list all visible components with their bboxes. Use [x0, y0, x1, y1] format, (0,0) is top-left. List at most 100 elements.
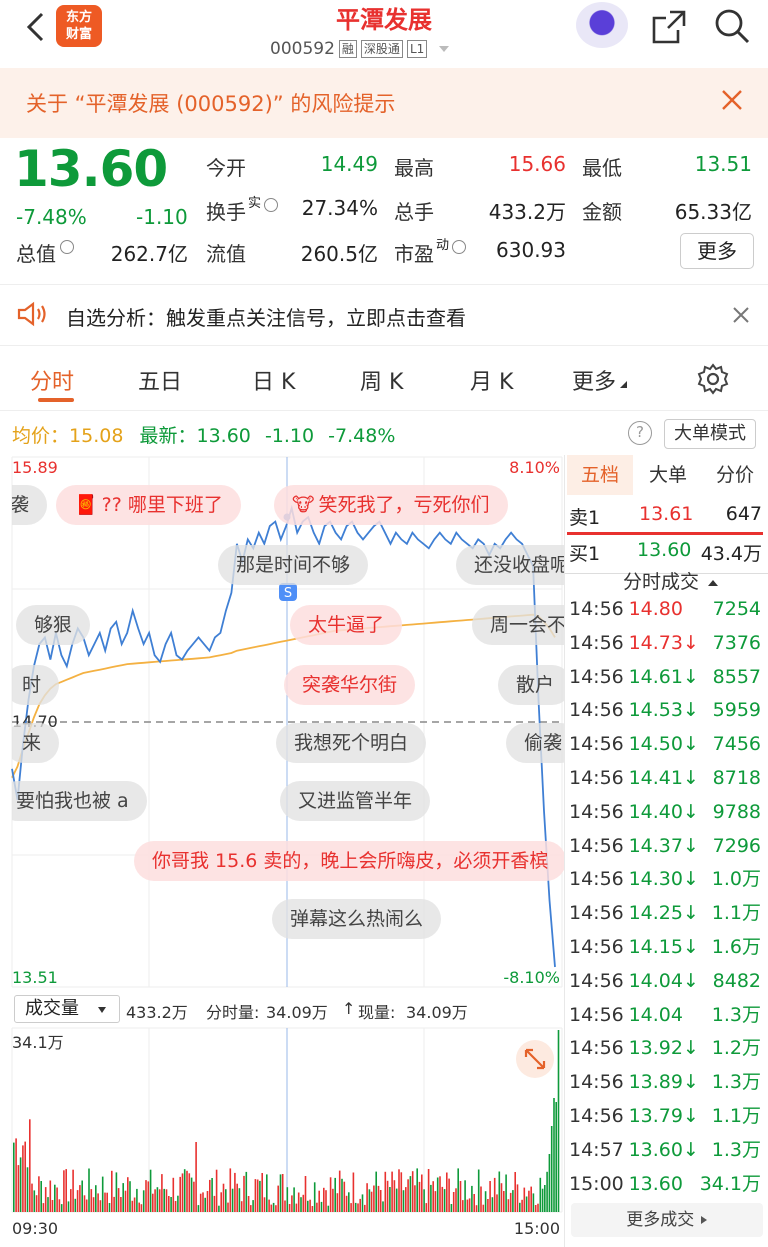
volume-bar — [345, 1195, 348, 1212]
volume-bar — [252, 1200, 254, 1212]
trade-price: 13.60↓ — [629, 1134, 699, 1168]
tab-big-order[interactable]: 大单 — [635, 455, 701, 495]
volume-bar — [236, 1183, 238, 1212]
trade-price: 14.30↓ — [629, 863, 699, 897]
trade-arrow: ↓ — [683, 969, 699, 992]
volume-bar — [106, 1192, 108, 1212]
danmu-comment[interactable]: 周一会不 — [472, 605, 564, 645]
danmu-comment[interactable]: 你哥我 15.6 卖的，晚上会所嗨皮，必须开香槟 — [134, 841, 564, 881]
volume-bar — [507, 1199, 510, 1212]
volume-bar — [259, 1180, 261, 1212]
volume-bar — [197, 1205, 200, 1212]
volume-bar — [165, 1189, 168, 1212]
volume-arrow: ↑ — [342, 999, 356, 1018]
danmu-comment[interactable]: 我想死个明白 — [276, 723, 427, 763]
danmu-comment[interactable]: 还没收盘呢 — [456, 545, 564, 585]
danmu-comment[interactable]: 弹幕这么热闹么 — [272, 899, 442, 939]
latest-pct: -7.48% — [328, 425, 396, 447]
danmu-comment[interactable]: 袭 — [12, 485, 48, 525]
gear-icon[interactable] — [696, 362, 730, 396]
volume-bar — [181, 1173, 184, 1212]
volume-bar — [261, 1173, 263, 1212]
search-icon[interactable] — [712, 6, 752, 46]
danmu-comment[interactable]: 🧧?? 哪里下班了 — [56, 485, 241, 525]
info-dots-icon[interactable] — [60, 240, 74, 254]
risk-banner[interactable]: 关于 “平潭发展 (000592)” 的风险提示 — [0, 68, 768, 138]
volume-indicator-select[interactable]: 成交量 — [14, 995, 120, 1023]
tab-five-day[interactable]: 五日 — [138, 364, 182, 396]
expand-icon[interactable] — [516, 1040, 554, 1078]
volume-bar — [546, 1171, 548, 1212]
danmu-comment[interactable]: 时 — [12, 665, 60, 705]
trade-volume: 1.2万 — [711, 1037, 761, 1060]
close-icon[interactable] — [718, 86, 746, 114]
danmu-comment[interactable]: 突袭华尔街 — [284, 665, 416, 705]
dropdown-icon[interactable] — [437, 44, 451, 54]
share-icon[interactable] — [650, 8, 688, 46]
tab-five-level[interactable]: 五档 — [567, 455, 633, 495]
info-dots-icon[interactable] — [264, 198, 278, 212]
volume-bar — [471, 1185, 473, 1212]
volume-bar — [434, 1191, 437, 1212]
price-info-bar: 均价：15.08 最新：13.60 -1.10 -7.48% — [12, 421, 395, 448]
more-trades-button[interactable]: 更多成交 — [571, 1203, 763, 1237]
volume-bar — [26, 1167, 29, 1212]
trade-row: 14:57 13.60↓ 1.3万 — [565, 1134, 768, 1168]
trade-price-value: 14.04 — [628, 969, 683, 992]
danmu-comment[interactable]: 散户 — [498, 665, 564, 705]
danmu-comment[interactable]: 太牛逼了 — [290, 605, 403, 645]
trade-price-value: 13.92 — [628, 1037, 683, 1060]
tab-price-dist[interactable]: 分价 — [701, 455, 768, 495]
danmu-comment[interactable]: 那是时间不够 — [218, 545, 369, 585]
quote-sup: 实 — [248, 196, 262, 211]
volume-bar — [113, 1196, 115, 1212]
tab-more[interactable]: 更多 — [572, 364, 628, 396]
danmu-comment[interactable]: 🐮 笑死我了，亏死你们 — [274, 485, 508, 525]
danmu-comment[interactable]: 要怕我也被 a — [12, 781, 147, 821]
more-button[interactable]: 更多 — [680, 233, 754, 269]
volume-bar — [446, 1172, 448, 1212]
triangle-icon — [620, 381, 628, 388]
volume-bar — [74, 1198, 77, 1212]
trade-price-value: 14.25 — [628, 902, 683, 925]
volume-bar — [541, 1188, 544, 1212]
volume-bar — [532, 1193, 535, 1212]
trade-volume: 1.1万 — [711, 902, 761, 925]
volume-bar — [19, 1157, 22, 1212]
trade-arrow: ↓ — [683, 1105, 699, 1127]
danmu-comment[interactable]: 又进监管半年 — [280, 781, 431, 821]
close-icon[interactable] — [732, 306, 750, 324]
tab-monthly-k[interactable]: 月 K — [470, 364, 513, 396]
danmu-comment[interactable]: 来 — [12, 723, 60, 763]
trade-arrow: ↓ — [683, 699, 699, 722]
volume-bar — [382, 1201, 384, 1212]
big-order-mode-button[interactable]: 大单模式 — [664, 419, 756, 449]
volume-bar — [99, 1200, 102, 1212]
signal-text[interactable]: 自选分析：触发重点关注信号，立即点击查看 — [66, 302, 466, 331]
volume-bar — [138, 1202, 140, 1212]
trade-price-value: 14.04 — [628, 1003, 683, 1026]
volume-bar — [245, 1171, 248, 1212]
help-icon[interactable]: ? — [628, 421, 652, 445]
volume-bar — [254, 1179, 257, 1212]
robot-avatar[interactable] — [576, 2, 628, 48]
volume-bar — [177, 1195, 179, 1212]
volume-bar — [366, 1183, 368, 1212]
volume-now-value: 34.09万 — [406, 1003, 468, 1022]
volume-bar — [56, 1187, 58, 1212]
trade-volume: 7456 — [712, 733, 761, 756]
tab-daily-k[interactable]: 日 K — [252, 364, 295, 396]
trade-row: 14:56 13.79↓ 1.1万 — [565, 1100, 768, 1134]
volume-bar — [297, 1192, 300, 1212]
volume-bar — [190, 1177, 193, 1212]
volume-bar — [131, 1200, 134, 1212]
volume-bar — [111, 1170, 113, 1212]
info-dots-icon[interactable] — [452, 240, 466, 254]
tab-intraday[interactable]: 分时 — [30, 364, 74, 396]
volume-bar — [304, 1176, 307, 1212]
tab-weekly-k[interactable]: 周 K — [360, 364, 403, 396]
danmu-comment[interactable]: 偷袭 — [506, 723, 564, 763]
danmu-comment[interactable]: 够狠 — [16, 605, 91, 645]
trades-title[interactable]: 分时成交 — [623, 567, 719, 594]
volume-bar — [452, 1192, 455, 1212]
